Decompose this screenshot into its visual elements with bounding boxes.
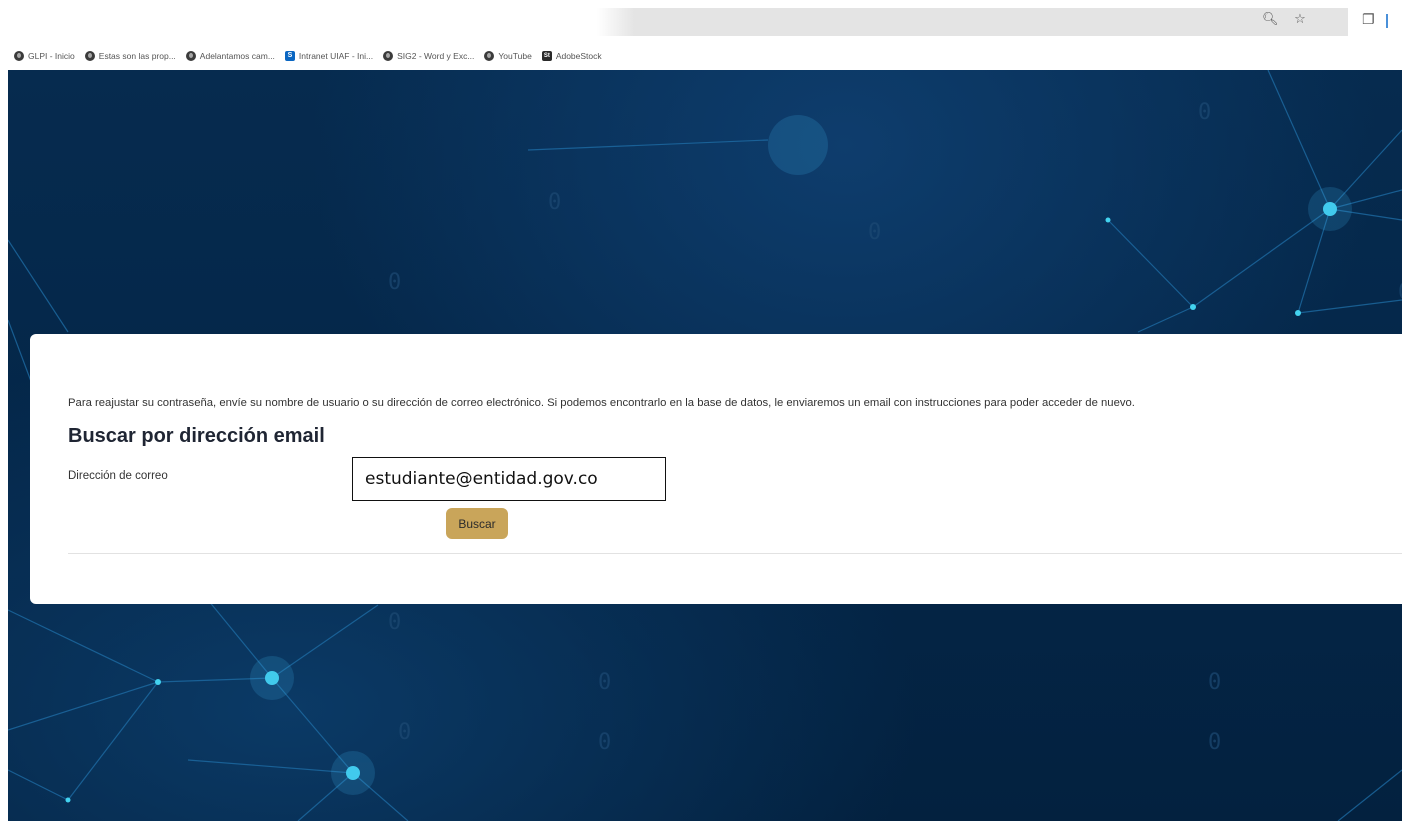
intro-text: Para reajustar su contraseña, envíe su n… [68, 397, 1135, 409]
card-divider [68, 553, 1402, 554]
bookmark-label: Estas son las prop... [98, 51, 176, 61]
bookmark-label: AdobeStock [555, 51, 602, 61]
background-digit: 0 [598, 670, 612, 695]
email-input[interactable] [352, 457, 666, 501]
background-digit: 0 [1198, 100, 1212, 125]
background-digit: 0 [548, 190, 562, 215]
bookmark-estas-son[interactable]: Estas son las prop... [84, 51, 176, 61]
background-digit: 0 [598, 730, 612, 755]
bookmark-label: GLPI - Inicio [28, 51, 75, 61]
zoom-icon[interactable]: 🔍︎ [1262, 12, 1279, 27]
bookmarks-bar: GLPI - Inicio Estas son las prop... Adel… [0, 44, 1402, 68]
bookmark-adelantamos[interactable]: Adelantamos cam... [185, 51, 275, 61]
bookmark-label: SIG2 - Word y Exc... [397, 51, 475, 61]
address-bar[interactable] [96, 8, 1348, 36]
adobestock-icon: St [541, 51, 552, 61]
bookmark-sig2[interactable]: SIG2 - Word y Exc... [383, 51, 474, 61]
background-digit: 0 [1208, 670, 1222, 695]
globe-icon [84, 51, 95, 61]
background-digit: 0 [1208, 730, 1222, 755]
bookmark-glpi[interactable]: GLPI - Inicio [14, 51, 75, 61]
bookmark-youtube[interactable]: YouTube [484, 51, 532, 61]
globe-icon [383, 51, 394, 61]
background-digit: 0 [1398, 280, 1402, 305]
bookmark-intranet[interactable]: S Intranet UIAF - Ini... [284, 51, 374, 61]
search-button[interactable]: Buscar [446, 508, 508, 539]
search-by-email-heading: Buscar por dirección email [68, 425, 325, 447]
extensions-icon[interactable]: ❐ [1362, 12, 1375, 28]
globe-icon [14, 51, 24, 61]
browser-toolbar: 🔍︎ ☆ ❐ [0, 0, 1402, 44]
toolbar-divider [1386, 14, 1388, 28]
bookmark-star-icon[interactable]: ☆ [1292, 12, 1308, 27]
bookmark-adobestock[interactable]: St AdobeStock [541, 51, 602, 61]
email-label: Dirección de correo [68, 470, 168, 482]
background-digit: 0 [388, 270, 402, 295]
bookmark-label: Adelantamos cam... [199, 51, 275, 61]
bookmark-label: Intranet UIAF - Ini... [298, 51, 374, 61]
globe-icon [484, 51, 495, 61]
background-digit: 0 [388, 610, 402, 635]
background-digit: 0 [398, 720, 412, 745]
bookmark-label: YouTube [498, 51, 532, 61]
background-digit: 0 [868, 220, 882, 245]
globe-icon [185, 51, 196, 61]
password-reset-card: Para reajustar su contraseña, envíe su n… [30, 334, 1402, 604]
sharepoint-icon: S [284, 51, 295, 61]
